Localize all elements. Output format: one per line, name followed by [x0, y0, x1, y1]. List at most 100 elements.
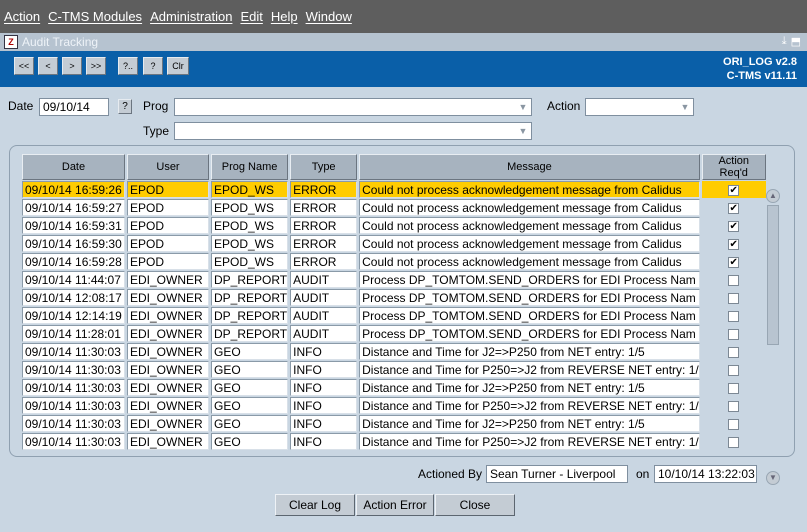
- menu-administration[interactable]: Administration: [150, 9, 232, 24]
- cell-type[interactable]: AUDIT: [290, 307, 358, 324]
- col-message[interactable]: Message: [359, 154, 700, 180]
- cell-type[interactable]: ERROR: [290, 199, 358, 216]
- cell-type[interactable]: INFO: [290, 397, 358, 414]
- maximize-icon[interactable]: ⬒: [791, 35, 801, 48]
- cell-type[interactable]: AUDIT: [290, 289, 358, 306]
- cell-type[interactable]: AUDIT: [290, 325, 358, 342]
- close-button[interactable]: Close: [435, 494, 515, 516]
- cell-message[interactable]: Distance and Time for P250=>J2 from REVE…: [359, 433, 700, 450]
- scroll-up-icon[interactable]: ▲: [766, 189, 780, 203]
- table-row[interactable]: 09/10/14 16:59:27 EPOD EPOD_WS ERROR Could n…: [22, 199, 766, 216]
- cell-prog-name[interactable]: DP_REPORT: [211, 307, 289, 324]
- col-user[interactable]: User: [127, 154, 209, 180]
- cell-date[interactable]: 09/10/14 16:59:31: [22, 217, 125, 234]
- cell-user[interactable]: EPOD: [127, 217, 209, 234]
- chevron-down-icon[interactable]: ▼: [517, 101, 529, 113]
- cell-prog-name[interactable]: EPOD_WS: [211, 253, 289, 270]
- cell-date[interactable]: 09/10/14 16:59:28: [22, 253, 125, 270]
- cell-message[interactable]: Could not process acknowledgement messag…: [359, 253, 700, 270]
- cell-date[interactable]: 09/10/14 16:59:30: [22, 235, 125, 252]
- first-record-button[interactable]: <<: [14, 57, 34, 75]
- grid-scrollbar[interactable]: ▲ ▼: [765, 189, 781, 485]
- table-row[interactable]: 09/10/14 16:59:30 EPOD EPOD_WS ERROR Could n…: [22, 235, 766, 252]
- table-row[interactable]: 09/10/14 12:08:17 EDI_OWNER DP_REPORT AUDIT…: [22, 289, 766, 306]
- action-reqd-checkbox[interactable]: [728, 400, 740, 412]
- cell-prog-name[interactable]: GEO: [211, 433, 289, 450]
- action-error-button[interactable]: Action Error: [356, 494, 434, 516]
- cell-type[interactable]: INFO: [290, 361, 358, 378]
- minimize-icon[interactable]: ⤓: [782, 35, 787, 48]
- cell-date[interactable]: 09/10/14 11:30:03: [22, 379, 125, 396]
- cell-date[interactable]: 09/10/14 11:30:03: [22, 361, 125, 378]
- action-combo[interactable]: ▼: [585, 98, 694, 116]
- table-row[interactable]: 09/10/14 11:30:03 EDI_OWNER GEO INFO Distanc…: [22, 415, 766, 432]
- col-date[interactable]: Date: [22, 154, 125, 180]
- col-action-reqd[interactable]: Action Req'd: [701, 154, 766, 180]
- date-help-button[interactable]: ?: [118, 99, 132, 114]
- date-field[interactable]: 09/10/14: [39, 98, 109, 116]
- cell-date[interactable]: 09/10/14 16:59:26: [22, 181, 125, 198]
- cell-date[interactable]: 09/10/14 12:08:17: [22, 289, 125, 306]
- clear-button[interactable]: Clr: [167, 57, 189, 75]
- cell-type[interactable]: ERROR: [290, 235, 358, 252]
- action-reqd-checkbox[interactable]: ✔: [728, 220, 740, 232]
- table-row[interactable]: 09/10/14 16:59:31 EPOD EPOD_WS ERROR Could n…: [22, 217, 766, 234]
- cell-prog-name[interactable]: EPOD_WS: [211, 181, 289, 198]
- action-reqd-checkbox[interactable]: [728, 346, 740, 358]
- cell-type[interactable]: INFO: [290, 343, 358, 360]
- cell-type[interactable]: ERROR: [290, 253, 358, 270]
- cell-user[interactable]: EPOD: [127, 199, 209, 216]
- previous-record-button[interactable]: <: [38, 57, 58, 75]
- cell-prog-name[interactable]: DP_REPORT: [211, 325, 289, 342]
- chevron-down-icon[interactable]: ▼: [679, 101, 691, 113]
- scroll-thumb[interactable]: [767, 205, 779, 345]
- cell-prog-name[interactable]: DP_REPORT: [211, 289, 289, 306]
- cell-message[interactable]: Distance and Time for P250=>J2 from REVE…: [359, 361, 700, 378]
- action-reqd-checkbox[interactable]: [728, 274, 740, 286]
- action-reqd-checkbox[interactable]: [728, 292, 740, 304]
- cell-prog-name[interactable]: EPOD_WS: [211, 199, 289, 216]
- actioned-by-field[interactable]: Sean Turner - Liverpool: [486, 465, 628, 483]
- cell-date[interactable]: 09/10/14 12:14:19: [22, 307, 125, 324]
- table-row[interactable]: 09/10/14 16:59:26 EPOD EPOD_WS ERROR Could n…: [22, 181, 766, 198]
- col-type[interactable]: Type: [290, 154, 358, 180]
- window-titlebar[interactable]: Z Audit Tracking ⤓ ⬒: [0, 33, 807, 51]
- cell-user[interactable]: EDI_OWNER: [127, 325, 209, 342]
- menu-help[interactable]: Help: [271, 9, 298, 24]
- table-row[interactable]: 09/10/14 11:28:01 EDI_OWNER DP_REPORT AUDIT…: [22, 325, 766, 342]
- cell-user[interactable]: EDI_OWNER: [127, 415, 209, 432]
- cell-user[interactable]: EDI_OWNER: [127, 433, 209, 450]
- cell-user[interactable]: EPOD: [127, 235, 209, 252]
- cell-date[interactable]: 09/10/14 16:59:27: [22, 199, 125, 216]
- cell-type[interactable]: INFO: [290, 415, 358, 432]
- cell-message[interactable]: Process DP_TOMTOM.SEND_ORDERS for EDI Pr…: [359, 271, 700, 288]
- cell-user[interactable]: EPOD: [127, 181, 209, 198]
- cell-date[interactable]: 09/10/14 11:28:01: [22, 325, 125, 342]
- cell-user[interactable]: EDI_OWNER: [127, 307, 209, 324]
- cell-user[interactable]: EDI_OWNER: [127, 379, 209, 396]
- cell-user[interactable]: EDI_OWNER: [127, 271, 209, 288]
- cell-message[interactable]: Distance and Time for J2=>P250 from NET …: [359, 415, 700, 432]
- menu-window[interactable]: Window: [306, 9, 352, 24]
- cell-message[interactable]: Could not process acknowledgement messag…: [359, 199, 700, 216]
- table-row[interactable]: 09/10/14 11:30:03 EDI_OWNER GEO INFO Distanc…: [22, 343, 766, 360]
- action-reqd-checkbox[interactable]: ✔: [728, 256, 740, 268]
- cell-message[interactable]: Could not process acknowledgement messag…: [359, 217, 700, 234]
- next-record-button[interactable]: >: [62, 57, 82, 75]
- action-reqd-checkbox[interactable]: [728, 310, 740, 322]
- cell-type[interactable]: ERROR: [290, 181, 358, 198]
- chevron-down-icon[interactable]: ▼: [517, 125, 529, 137]
- table-row[interactable]: 09/10/14 11:30:03 EDI_OWNER GEO INFO Distanc…: [22, 379, 766, 396]
- table-row[interactable]: 09/10/14 11:30:03 EDI_OWNER GEO INFO Distanc…: [22, 397, 766, 414]
- cell-prog-name[interactable]: GEO: [211, 379, 289, 396]
- clear-log-button[interactable]: Clear Log: [275, 494, 355, 516]
- table-row[interactable]: 09/10/14 11:30:03 EDI_OWNER GEO INFO Distanc…: [22, 361, 766, 378]
- cell-prog-name[interactable]: GEO: [211, 343, 289, 360]
- cell-date[interactable]: 09/10/14 11:30:03: [22, 343, 125, 360]
- cell-date[interactable]: 09/10/14 11:30:03: [22, 415, 125, 432]
- action-reqd-checkbox[interactable]: [728, 436, 740, 448]
- cell-prog-name[interactable]: GEO: [211, 415, 289, 432]
- cell-message[interactable]: Distance and Time for J2=>P250 from NET …: [359, 343, 700, 360]
- action-reqd-checkbox[interactable]: [728, 418, 740, 430]
- table-row[interactable]: 09/10/14 11:44:07 EDI_OWNER DP_REPORT AUDIT…: [22, 271, 766, 288]
